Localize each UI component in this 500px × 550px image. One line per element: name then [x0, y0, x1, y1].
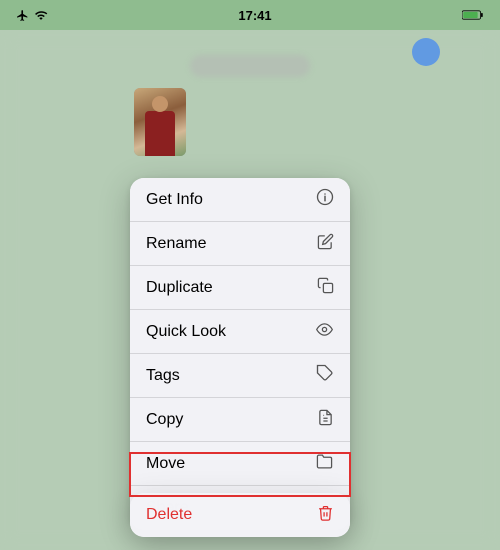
- file-thumbnail: [134, 88, 186, 156]
- menu-item-move[interactable]: Move: [130, 442, 350, 486]
- pencil-icon: [317, 233, 334, 255]
- status-time: 17:41: [238, 8, 271, 23]
- menu-item-delete[interactable]: Delete: [130, 493, 350, 537]
- status-right-icons: [462, 9, 484, 21]
- menu-item-copy[interactable]: Copy: [130, 398, 350, 442]
- menu-item-duplicate[interactable]: Duplicate: [130, 266, 350, 310]
- menu-item-get-info-label: Get Info: [146, 191, 203, 209]
- eye-icon: [315, 321, 334, 343]
- tag-icon: [316, 364, 334, 387]
- copy-icon: [317, 409, 334, 431]
- menu-item-rename-label: Rename: [146, 235, 206, 253]
- folder-icon: [315, 453, 334, 475]
- context-menu: Get Info Rename Duplicate: [130, 178, 350, 530]
- menu-item-tags[interactable]: Tags: [130, 354, 350, 398]
- airplane-icon: [16, 9, 29, 22]
- menu-item-duplicate-label: Duplicate: [146, 279, 213, 297]
- menu-item-get-info[interactable]: Get Info: [130, 178, 350, 222]
- menu-item-tags-label: Tags: [146, 367, 180, 385]
- menu-item-copy-label: Copy: [146, 411, 183, 429]
- info-icon: [316, 188, 334, 211]
- trash-icon: [317, 504, 334, 527]
- menu-item-quick-look-label: Quick Look: [146, 323, 226, 341]
- menu-item-delete-label: Delete: [146, 506, 192, 524]
- battery-icon: [462, 9, 484, 21]
- blurred-name: [190, 55, 310, 77]
- wifi-icon: [34, 9, 48, 22]
- status-bar: 17:41: [0, 0, 500, 30]
- menu-item-move-label: Move: [146, 455, 185, 473]
- status-left-icons: [16, 9, 48, 22]
- menu-item-quick-look[interactable]: Quick Look: [130, 310, 350, 354]
- menu-item-rename[interactable]: Rename: [130, 222, 350, 266]
- context-menu-delete: Delete: [130, 493, 350, 537]
- blue-dot: [412, 38, 440, 66]
- duplicate-icon: [317, 277, 334, 299]
- thumbnail-image: [134, 88, 186, 156]
